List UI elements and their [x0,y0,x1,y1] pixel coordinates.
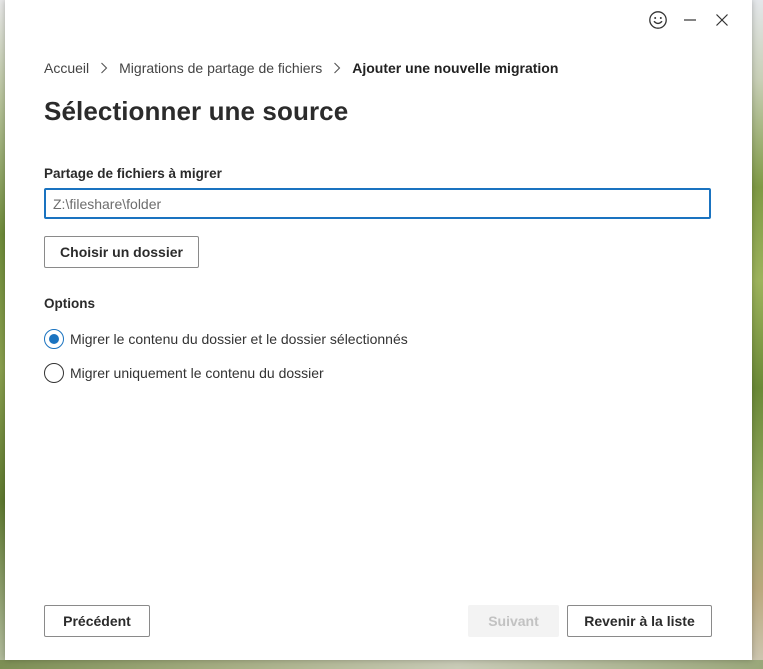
options-label: Options [44,296,95,311]
chevron-right-icon [333,62,341,74]
option-label: Migrer uniquement le contenu du dossier [70,365,324,381]
page-title: Sélectionner une source [44,96,349,126]
minimize-icon [684,19,696,21]
desktop-background-right [752,0,763,669]
back-to-list-button[interactable]: Revenir à la liste [567,605,712,637]
option-migrate-folder-and-contents[interactable]: Migrer le contenu du dossier et le dossi… [44,329,408,349]
radio-button[interactable] [44,363,64,383]
chevron-right-icon [100,62,108,74]
migration-window: Accueil Migrations de partage de fichier… [5,0,752,660]
desktop-background-bottom [0,660,763,669]
close-icon [716,14,728,26]
source-field-label: Partage de fichiers à migrer [44,166,222,181]
close-button[interactable] [706,8,738,32]
breadcrumb-current: Ajouter une nouvelle migration [352,60,559,76]
minimize-button[interactable] [674,8,706,32]
breadcrumb-file-share-migrations[interactable]: Migrations de partage de fichiers [119,60,322,76]
radio-dot [49,334,59,344]
next-button[interactable]: Suivant [468,605,559,637]
radio-button-selected[interactable] [44,329,64,349]
feedback-button[interactable] [642,8,674,32]
option-label: Migrer le contenu du dossier et le dossi… [70,331,408,347]
source-path-input[interactable] [44,188,711,219]
previous-button[interactable]: Précédent [44,605,150,637]
option-migrate-contents-only[interactable]: Migrer uniquement le contenu du dossier [44,363,324,383]
choose-folder-button[interactable]: Choisir un dossier [44,236,199,268]
smiley-icon [649,11,667,29]
window-controls [642,8,738,32]
breadcrumb: Accueil Migrations de partage de fichier… [44,60,558,76]
breadcrumb-home[interactable]: Accueil [44,60,89,76]
